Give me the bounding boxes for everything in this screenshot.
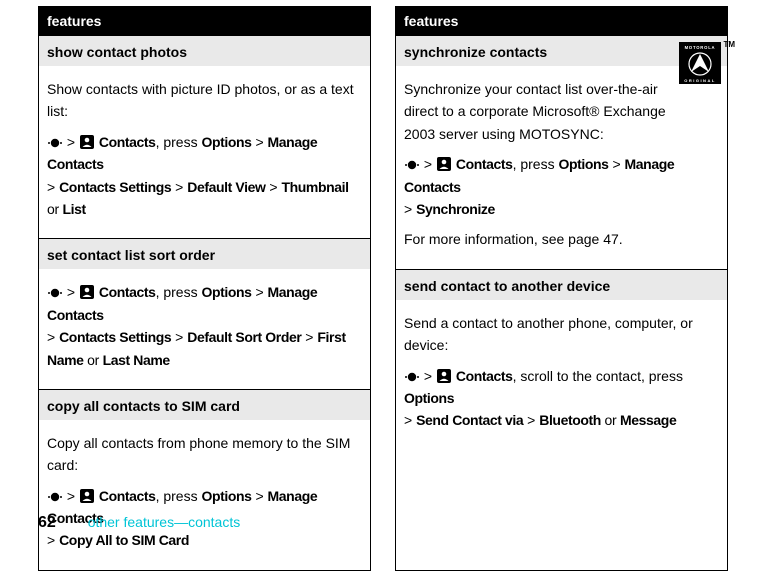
feature-title: set contact list sort order <box>39 239 370 269</box>
nav-path: > Contacts, press Options > Manage Conta… <box>47 281 362 371</box>
feature-body: Send a contact to another phone, compute… <box>396 300 727 450</box>
feature-title: show contact photos <box>39 36 370 66</box>
feature-body: Synchronize your contact list over-the-a… <box>396 66 727 269</box>
path-item: Synchronize <box>416 201 495 217</box>
feature-body: > Contacts, press Options > Manage Conta… <box>39 269 370 389</box>
feature-title: send contact to another device <box>396 270 727 300</box>
column-header: features <box>39 7 370 35</box>
path-or: or <box>47 201 62 217</box>
path-text: , press <box>156 134 202 150</box>
path-item: Thumbnail <box>281 179 348 195</box>
feature-title: copy all contacts to SIM card <box>39 390 370 420</box>
feature-description: Synchronize your contact list over-the-a… <box>404 78 719 145</box>
path-options: Options <box>201 134 251 150</box>
feature-body: Show contacts with picture ID photos, or… <box>39 66 370 238</box>
path-app: Contacts <box>456 368 513 384</box>
path-app: Contacts <box>99 134 156 150</box>
nav-path: > Contacts, press Options > Manage Conta… <box>404 153 719 220</box>
feature-section: set contact list sort order > Contacts, … <box>39 238 370 389</box>
center-key-icon <box>47 490 63 504</box>
contacts-app-icon <box>436 156 452 172</box>
path-text: , press <box>513 156 559 172</box>
nav-path: > Contacts, press Options > Manage Conta… <box>47 131 362 221</box>
path-item: Copy All to SIM Card <box>59 532 189 548</box>
page-number: 62 <box>38 514 56 531</box>
feature-section: copy all contacts to SIM card Copy all c… <box>39 389 370 570</box>
badge-brand-text: MOTOROLA <box>685 45 716 50</box>
feature-description: Copy all contacts from phone memory to t… <box>47 432 362 477</box>
path-or: or <box>601 412 620 428</box>
path-item: Message <box>620 412 676 428</box>
motorola-original-badge: TM MOTOROLA ORIGINAL <box>679 42 721 84</box>
right-column: features synchronize contacts TM MOTOROL… <box>395 6 728 571</box>
path-or: or <box>84 352 103 368</box>
contacts-app-icon <box>79 134 95 150</box>
feature-description: Send a contact to another phone, compute… <box>404 312 719 357</box>
path-options: Options <box>558 156 608 172</box>
center-key-icon <box>47 136 63 150</box>
path-text: , press <box>156 284 202 300</box>
breadcrumb: other features—contacts <box>88 514 241 530</box>
feature-title: synchronize contacts TM MOTOROLA ORIGINA… <box>396 36 727 66</box>
contacts-app-icon <box>79 284 95 300</box>
feature-body: Copy all contacts from phone memory to t… <box>39 420 370 570</box>
path-item: Default View <box>187 179 265 195</box>
nav-path: > Contacts, scroll to the contact, press… <box>404 365 719 432</box>
badge-sub-text: ORIGINAL <box>684 78 716 83</box>
path-item: Last Name <box>103 352 170 368</box>
path-text: , press <box>156 488 202 504</box>
path-options: Options <box>201 284 251 300</box>
center-key-icon <box>404 158 420 172</box>
motorola-logo-icon: MOTOROLA ORIGINAL <box>679 42 721 84</box>
path-item: Send Contact via <box>416 412 523 428</box>
path-options: Options <box>404 390 454 406</box>
path-item: Contacts Settings <box>59 329 171 345</box>
path-text: , scroll to the contact, press <box>513 368 683 384</box>
path-item: Default Sort Order <box>187 329 301 345</box>
trademark-label: TM <box>723 40 735 49</box>
path-app: Contacts <box>99 488 156 504</box>
center-key-icon <box>47 286 63 300</box>
path-item: List <box>62 201 85 217</box>
page-footer: 62 other features—contacts <box>38 514 240 532</box>
path-options: Options <box>201 488 251 504</box>
feature-description: Show contacts with picture ID photos, or… <box>47 78 362 123</box>
contacts-app-icon <box>436 368 452 384</box>
contacts-app-icon <box>79 488 95 504</box>
path-app: Contacts <box>456 156 513 172</box>
feature-note: For more information, see page 47. <box>404 228 719 250</box>
feature-section: send contact to another device Send a co… <box>396 269 727 450</box>
feature-title-text: synchronize contacts <box>404 44 547 60</box>
path-item: Contacts Settings <box>59 179 171 195</box>
center-key-icon <box>404 370 420 384</box>
page-columns: features show contact photos Show contac… <box>0 0 759 571</box>
column-header: features <box>396 7 727 35</box>
left-column: features show contact photos Show contac… <box>38 6 371 571</box>
feature-section: synchronize contacts TM MOTOROLA ORIGINA… <box>396 35 727 269</box>
path-item: Bluetooth <box>539 412 601 428</box>
feature-section: show contact photos Show contacts with p… <box>39 35 370 238</box>
path-app: Contacts <box>99 284 156 300</box>
